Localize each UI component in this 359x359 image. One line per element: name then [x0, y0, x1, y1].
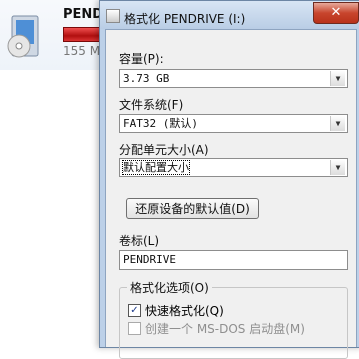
volume-label-label: 卷标(L) [119, 234, 160, 248]
restore-defaults-button[interactable]: 还原设备的默认值(D) [126, 198, 259, 219]
capacity-label: 容量(P): [119, 52, 164, 66]
free-space-text: 155 M [63, 44, 101, 58]
close-button[interactable]: ✕ [313, 2, 359, 24]
close-icon: ✕ [330, 5, 342, 20]
quick-format-label: 快速格式化(Q) [145, 304, 224, 318]
checkbox-checked-icon: ✓ [128, 304, 141, 317]
msdos-startup-label: 创建一个 MS-DOS 启动盘(M) [145, 322, 305, 336]
quick-format-checkbox[interactable]: ✓ 快速格式化(Q) [128, 302, 224, 319]
msdos-startup-checkbox[interactable]: 创建一个 MS-DOS 启动盘(M) [128, 320, 305, 337]
allocation-label: 分配单元大小(A) [119, 143, 209, 157]
capacity-value: 3.73 GB [123, 72, 170, 85]
checkbox-empty-icon [128, 322, 141, 335]
allocation-value: 默认配置大小 [122, 160, 190, 175]
dialog-titlebar[interactable]: 格式化 PENDRIVE (I:) ✕ [100, 1, 359, 29]
chevron-down-icon: ▼ [330, 116, 345, 131]
dialog-title: 格式化 PENDRIVE (I:) [124, 12, 246, 26]
usb-drive-icon [7, 15, 39, 58]
filesystem-select[interactable]: FAT32 (默认) ▼ [119, 114, 348, 133]
capacity-select[interactable]: 3.73 GB ▼ [119, 69, 348, 88]
chevron-down-icon: ▼ [330, 71, 345, 86]
chevron-down-icon: ▼ [330, 160, 345, 175]
allocation-select[interactable]: 默认配置大小 ▼ [119, 158, 348, 177]
volume-label-input[interactable]: PENDRIVE [119, 250, 348, 270]
drive-icon [106, 9, 120, 23]
filesystem-value: FAT32 (默认) [123, 117, 198, 130]
format-options-title: 格式化选项(O) [127, 279, 212, 296]
format-dialog: 格式化 PENDRIVE (I:) ✕ 容量(P): 3.73 GB ▼ 文件系… [99, 0, 359, 359]
dialog-body: 容量(P): 3.73 GB ▼ 文件系统(F) FAT32 (默认) ▼ 分配… [105, 29, 357, 359]
filesystem-label: 文件系统(F) [119, 98, 184, 112]
